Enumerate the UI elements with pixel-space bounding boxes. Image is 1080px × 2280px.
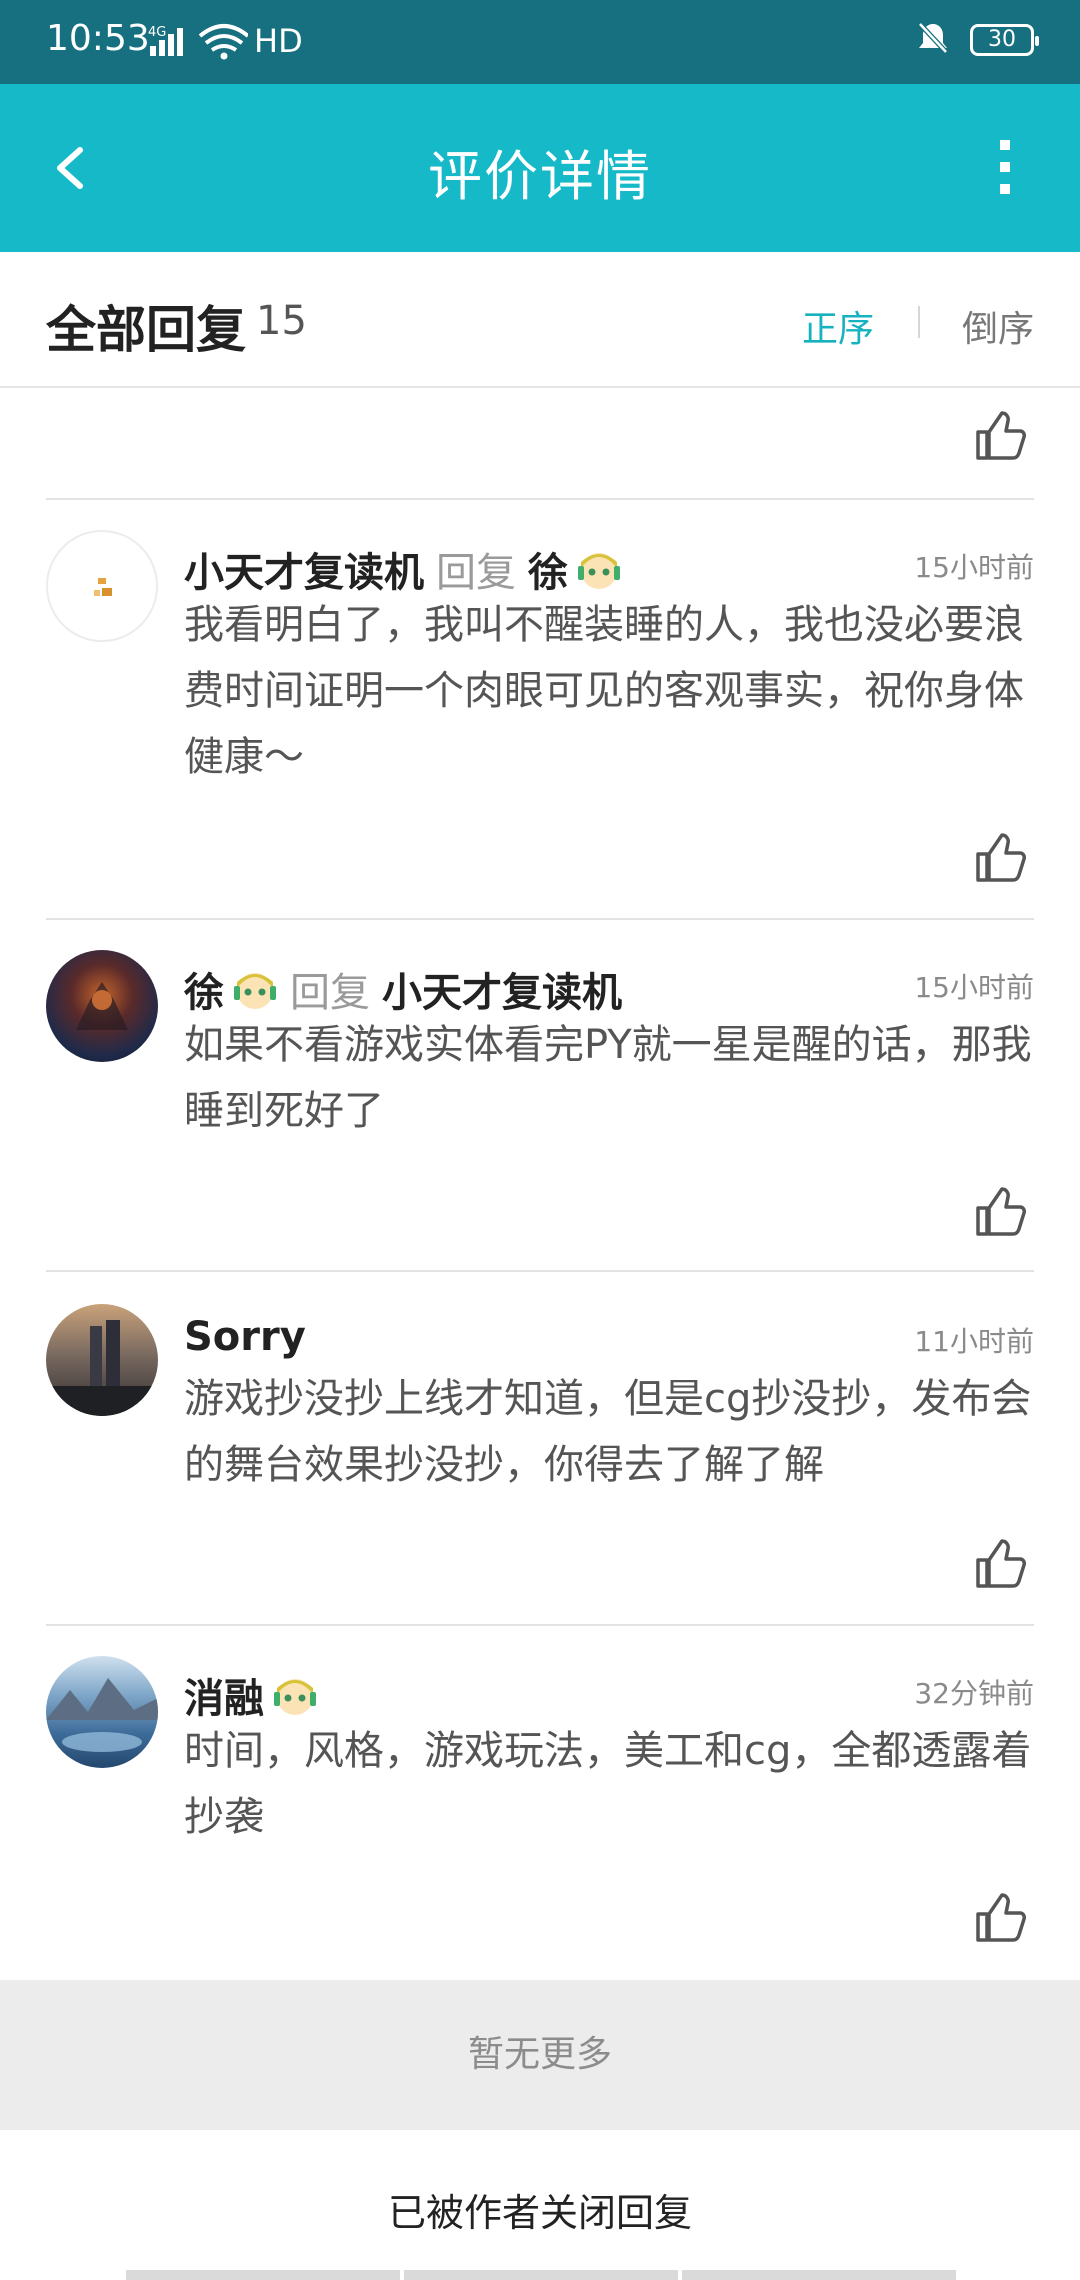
reply-target-name[interactable]: 徐 <box>528 540 568 598</box>
comment-item: 徐 回复 小天才复读机 15小时前 如果不看游戏实体看完PY就一星是醒的话，那我… <box>0 950 1080 1270</box>
no-more-label: 暂无更多 <box>0 1980 1080 2130</box>
like-icon[interactable] <box>972 408 1028 464</box>
sort-asc-button[interactable]: 正序 <box>802 300 874 352</box>
tab-segment[interactable] <box>404 2270 678 2280</box>
divider <box>46 918 1034 920</box>
app-bar: 评价详情 <box>0 84 1080 252</box>
badge-emoji-icon <box>576 546 622 592</box>
commenter-name[interactable]: 小天才复读机 <box>184 540 424 598</box>
comment-item: Sorry 11小时前 游戏抄没抄上线才知道，但是cg抄没抄，发布会的舞台效果抄… <box>0 1304 1080 1624</box>
comment-time: 11小时前 <box>914 1325 1034 1358</box>
comment-text: 我看明白了，我叫不醒装睡的人，我也没必要浪费时间证明一个肉眼可见的客观事实，祝你… <box>184 602 1024 780</box>
like-icon[interactable] <box>972 830 1028 886</box>
page-title: 评价详情 <box>428 145 652 208</box>
replies-count: 15 <box>256 298 307 344</box>
comment-item: 消融 32分钟前 时间，风格，游戏玩法，美工和cg，全都透露着抄袭 <box>0 1656 1080 1976</box>
reply-target-name[interactable]: 小天才复读机 <box>382 960 622 1018</box>
sort-separator <box>918 306 920 338</box>
avatar[interactable] <box>46 530 158 642</box>
commenter-name[interactable]: 消融 <box>184 1666 264 1724</box>
divider <box>46 1624 1034 1626</box>
more-vertical-icon[interactable] <box>976 136 1036 200</box>
divider <box>46 1270 1034 1272</box>
comment-time: 15小时前 <box>914 551 1034 584</box>
avatar[interactable] <box>46 1656 158 1768</box>
battery-icon: 30 <box>970 24 1039 56</box>
reply-label: 回复 <box>436 550 516 596</box>
tab-segment[interactable] <box>126 2270 400 2280</box>
comment-text: 如果不看游戏实体看完PY就一星是醒的话，那我睡到死好了 <box>184 1022 1032 1134</box>
comment-time: 32分钟前 <box>914 1677 1034 1710</box>
status-time: 10:53 <box>46 18 150 59</box>
mute-icon <box>916 20 950 60</box>
tab-segment[interactable] <box>682 2270 956 2280</box>
comment-text: 游戏抄没抄上线才知道，但是cg抄没抄，发布会的舞台效果抄没抄，你得去了解了解 <box>184 1376 1032 1488</box>
replies-header: 全部回复 15 正序 倒序 <box>0 252 1080 388</box>
like-icon[interactable] <box>972 1184 1028 1240</box>
commenter-name[interactable]: 徐 <box>184 960 224 1018</box>
avatar[interactable] <box>46 950 158 1062</box>
badge-emoji-icon <box>272 1672 318 1718</box>
like-icon[interactable] <box>972 1536 1028 1592</box>
comment-item: 小天才复读机 回复 徐 15小时前 我看明白了，我叫不醒装睡的人，我也没必要浪费… <box>0 530 1080 920</box>
commenter-name[interactable]: Sorry <box>184 1314 306 1360</box>
bottom-tab-bar <box>126 2270 956 2280</box>
replies-closed-label: 已被作者关闭回复 <box>0 2130 1080 2280</box>
status-bar: 10:53 4G HD 30 <box>0 0 1080 84</box>
network-label: 4G <box>148 25 166 40</box>
signal-icon: 4G <box>148 22 250 66</box>
sort-desc-button[interactable]: 倒序 <box>962 300 1034 352</box>
wifi-hd-label: HD <box>254 22 303 60</box>
avatar[interactable] <box>46 1304 158 1416</box>
comment-time: 15小时前 <box>914 971 1034 1004</box>
reply-label: 回复 <box>290 970 370 1016</box>
badge-emoji-icon <box>232 966 278 1012</box>
like-icon[interactable] <box>972 1890 1028 1946</box>
comment-text: 时间，风格，游戏玩法，美工和cg，全都透露着抄袭 <box>184 1728 1032 1840</box>
divider <box>46 498 1034 500</box>
all-replies-label: 全部回复 <box>46 301 246 359</box>
